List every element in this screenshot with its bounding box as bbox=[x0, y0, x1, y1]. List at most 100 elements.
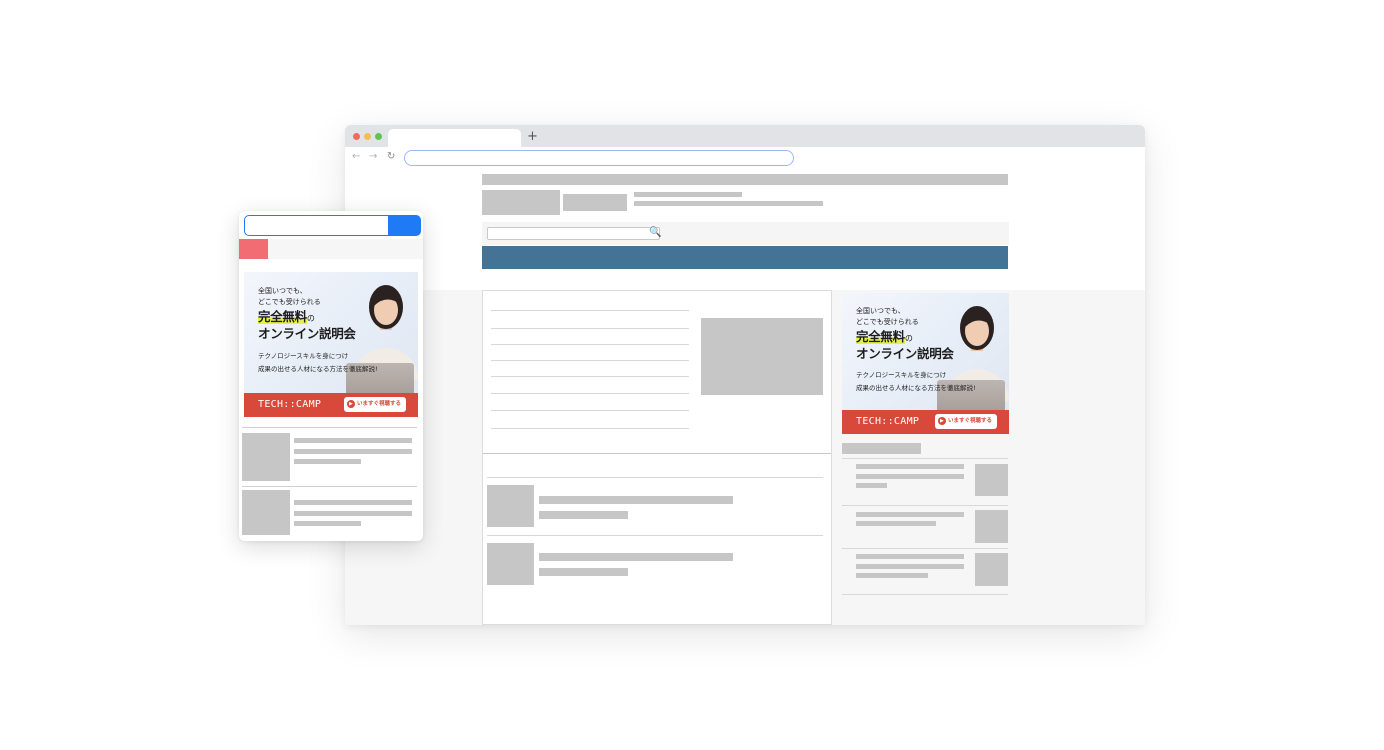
ad-banner-desktop[interactable]: 全国いつでも、 どこでも受けられる 完全無料の オンライン説明会 テクノロジース… bbox=[842, 293, 1009, 434]
ad-description-1: テクノロジースキルを身につけ bbox=[856, 371, 947, 379]
mobile-preview: 全国いつでも、 どこでも受けられる 完全無料の オンライン説明会 テクノロジース… bbox=[239, 211, 423, 541]
ad-tagline-2: どこでも受けられる bbox=[258, 298, 321, 306]
sidebar: 全国いつでも、 どこでも受けられる 完全無料の オンライン説明会 テクノロジース… bbox=[841, 290, 1009, 625]
ad-cta-button[interactable]: ▶ いますぐ視聴する bbox=[343, 397, 406, 412]
sidebar-divider bbox=[842, 548, 1008, 549]
ad-tagline-2: どこでも受けられる bbox=[856, 318, 919, 326]
ad-description-2: 成果の出せる人材になる方法を徹底解説! bbox=[856, 384, 976, 392]
sidebar-item-text[interactable] bbox=[856, 464, 964, 469]
sidebar-item-text[interactable] bbox=[856, 483, 887, 488]
forward-arrow-icon[interactable]: → bbox=[369, 150, 377, 164]
play-icon: ▶ bbox=[937, 416, 946, 425]
techcamp-logo: TECH::CAMP bbox=[258, 399, 322, 410]
logo-placeholder bbox=[482, 190, 560, 215]
sidebar-divider bbox=[842, 594, 1008, 595]
list-divider bbox=[242, 427, 417, 428]
back-arrow-icon[interactable]: ← bbox=[352, 150, 360, 164]
list-item-thumbnail[interactable] bbox=[242, 490, 290, 535]
reload-icon[interactable]: ↻ bbox=[387, 150, 395, 164]
list-item-text[interactable] bbox=[294, 459, 361, 464]
zoom-window-button[interactable] bbox=[375, 133, 382, 140]
list-item-meta-placeholder bbox=[539, 511, 628, 519]
list-item-meta-placeholder bbox=[539, 568, 628, 576]
list-item-text[interactable] bbox=[294, 449, 412, 454]
list-item-thumbnail[interactable] bbox=[242, 433, 290, 481]
header-text-placeholder bbox=[634, 192, 742, 197]
ad-headline-2: オンライン説明会 bbox=[258, 326, 356, 341]
list-divider bbox=[487, 477, 823, 478]
sidebar-item-thumbnail[interactable] bbox=[975, 510, 1008, 543]
header-placeholder-block bbox=[563, 194, 627, 211]
article-text-line bbox=[491, 393, 689, 394]
sidebar-item-text[interactable] bbox=[856, 564, 964, 569]
sidebar-item-text[interactable] bbox=[856, 474, 964, 479]
ad-headline-highlight: 完全無料 bbox=[856, 329, 905, 344]
article-text-line bbox=[491, 328, 689, 329]
mobile-search-input[interactable] bbox=[244, 215, 390, 236]
techcamp-logo: TECH::CAMP bbox=[856, 416, 920, 427]
list-item-title-placeholder[interactable] bbox=[539, 553, 733, 561]
ad-cta-button[interactable]: ▶ いますぐ視聴する bbox=[934, 414, 997, 429]
ad-footer: TECH::CAMP ▶ いますぐ視聴する bbox=[842, 410, 1009, 434]
sidebar-item-text[interactable] bbox=[856, 521, 936, 526]
mobile-content: 全国いつでも、 どこでも受けられる 完全無料の オンライン説明会 テクノロジース… bbox=[239, 259, 423, 541]
browser-toolbar: ← → ↻ bbox=[345, 147, 1145, 169]
header-placeholder-bar bbox=[482, 174, 1008, 185]
ad-headline-highlight: 完全無料 bbox=[258, 309, 307, 324]
mobile-menu-button[interactable] bbox=[239, 239, 268, 259]
article-text-line bbox=[491, 310, 689, 311]
search-icon[interactable]: 🔍 bbox=[649, 227, 661, 239]
close-window-button[interactable] bbox=[353, 133, 360, 140]
mobile-header bbox=[239, 211, 423, 239]
header-text-placeholder bbox=[634, 201, 823, 206]
new-tab-icon[interactable]: + bbox=[527, 129, 538, 145]
main-content-column bbox=[482, 290, 832, 625]
tab-bar: + bbox=[345, 125, 1145, 148]
article-text-line bbox=[491, 428, 689, 429]
mobile-search-button[interactable] bbox=[388, 215, 421, 236]
browser-tab[interactable] bbox=[388, 129, 521, 148]
desktop-browser-window: + ← → ↻ 🔍 全国いつでも、 どこでも受けられる 完全無料の オンライン説… bbox=[345, 125, 1145, 625]
search-row: 🔍 bbox=[482, 222, 1009, 245]
article-text-line bbox=[491, 344, 689, 345]
page-header: 🔍 bbox=[345, 169, 1145, 290]
sidebar-divider bbox=[842, 505, 1008, 506]
ad-description-1: テクノロジースキルを身につけ bbox=[258, 352, 349, 360]
site-search-input[interactable]: 🔍 bbox=[487, 227, 661, 240]
list-item-text[interactable] bbox=[294, 511, 412, 516]
ad-tagline-1: 全国いつでも、 bbox=[856, 307, 905, 315]
article-text-line bbox=[491, 410, 689, 411]
sidebar-item-thumbnail[interactable] bbox=[975, 553, 1008, 586]
list-item-text[interactable] bbox=[294, 521, 361, 526]
list-divider bbox=[242, 486, 417, 487]
article-text-line bbox=[491, 376, 689, 377]
ad-tagline-1: 全国いつでも、 bbox=[258, 287, 307, 295]
minimize-window-button[interactable] bbox=[364, 133, 371, 140]
sidebar-divider bbox=[842, 458, 1008, 459]
article-image-placeholder bbox=[701, 318, 823, 395]
article-text-line bbox=[491, 360, 689, 361]
list-item-thumbnail[interactable] bbox=[487, 543, 534, 585]
sidebar-item-text[interactable] bbox=[856, 573, 928, 578]
ad-footer: TECH::CAMP ▶ いますぐ視聴する bbox=[244, 393, 418, 417]
section-divider bbox=[483, 453, 831, 454]
ad-headline-particle: の bbox=[306, 314, 315, 323]
sidebar-heading-placeholder bbox=[842, 443, 921, 454]
ad-headline-1: 完全無料の bbox=[856, 329, 913, 347]
list-item-thumbnail[interactable] bbox=[487, 485, 534, 527]
sidebar-item-text[interactable] bbox=[856, 554, 964, 559]
sidebar-item-thumbnail[interactable] bbox=[975, 464, 1008, 496]
play-icon: ▶ bbox=[346, 399, 355, 408]
list-item-text[interactable] bbox=[294, 438, 412, 443]
ad-banner-mobile[interactable]: 全国いつでも、 どこでも受けられる 完全無料の オンライン説明会 テクノロジース… bbox=[244, 272, 418, 417]
ad-cta-label: いますぐ視聴する bbox=[356, 401, 401, 407]
ad-description-2: 成果の出せる人材になる方法を徹底解説! bbox=[258, 365, 378, 373]
address-bar[interactable] bbox=[404, 150, 794, 166]
ad-headline-2: オンライン説明会 bbox=[856, 346, 954, 361]
sidebar-item-text[interactable] bbox=[856, 512, 964, 517]
list-item-title-placeholder[interactable] bbox=[539, 496, 733, 504]
ad-headline-1: 完全無料の bbox=[258, 309, 315, 327]
global-navbar[interactable] bbox=[482, 246, 1008, 269]
list-item-text[interactable] bbox=[294, 500, 412, 505]
ad-cta-label: いますぐ視聴する bbox=[947, 418, 992, 424]
